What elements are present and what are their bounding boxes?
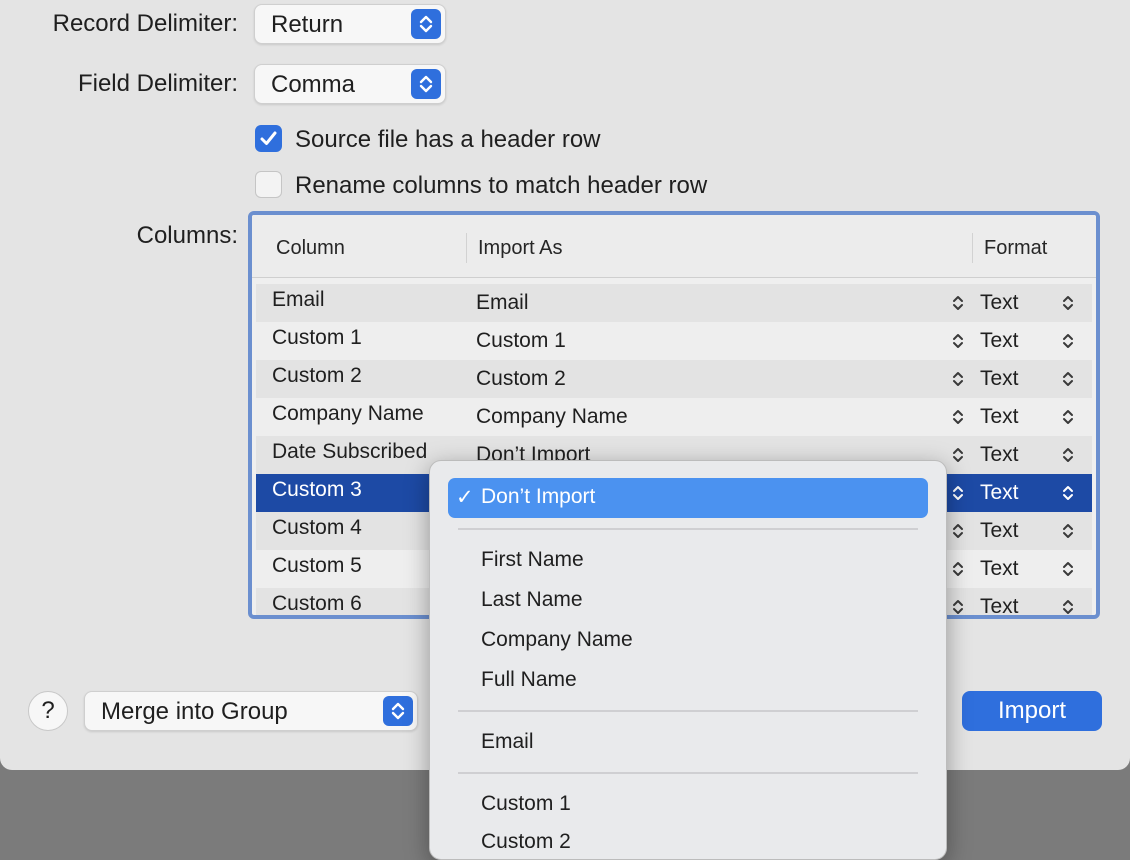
menu-separator — [458, 710, 918, 712]
rename-columns-label[interactable]: Rename columns to match header row — [295, 172, 707, 200]
chevron-updown-icon[interactable] — [952, 369, 964, 394]
import-button[interactable]: Import — [962, 691, 1102, 731]
table-header: Column Import As Format — [252, 215, 1096, 278]
table-row[interactable]: Custom 2 Custom 2 Text — [256, 360, 1092, 398]
menu-item[interactable]: Last Name — [481, 588, 583, 612]
header-row-checkbox[interactable] — [255, 125, 282, 152]
check-icon: ✓ — [456, 486, 474, 509]
import-as-popup[interactable]: Custom 2 — [476, 367, 566, 391]
menu-item[interactable]: Custom 2 — [481, 830, 571, 854]
import-as-popup[interactable]: Company Name — [476, 405, 628, 429]
menu-separator — [458, 772, 918, 774]
table-row[interactable]: Email Email Text — [256, 284, 1092, 322]
field-delimiter-label: Field Delimiter: — [77, 70, 238, 97]
header-row-label[interactable]: Source file has a header row — [295, 126, 601, 154]
menu-item-label: Don’t Import — [481, 485, 596, 508]
column-name-cell: Custom 3 — [272, 478, 362, 501]
column-name-cell: Custom 1 — [272, 326, 362, 349]
field-delimiter-popup[interactable]: Comma — [254, 64, 446, 104]
chevron-updown-icon[interactable] — [952, 445, 964, 470]
chevron-updown-icon[interactable] — [952, 293, 964, 318]
column-header-column[interactable]: Column — [276, 237, 345, 260]
menu-item[interactable]: Company Name — [481, 628, 633, 652]
header-divider — [972, 233, 973, 263]
chevron-updown-icon[interactable] — [952, 331, 964, 356]
table-row[interactable]: Custom 1 Custom 1 Text — [256, 322, 1092, 360]
chevron-updown-icon — [411, 69, 441, 99]
format-popup[interactable]: Text — [980, 443, 1019, 467]
column-name-cell: Custom 6 — [272, 592, 362, 615]
format-popup[interactable]: Text — [980, 329, 1019, 353]
menu-separator — [458, 528, 918, 530]
record-delimiter-value: Return — [271, 11, 344, 38]
format-popup[interactable]: Text — [980, 291, 1019, 315]
checkmark-icon — [260, 131, 277, 145]
help-button[interactable]: ? — [28, 691, 68, 731]
chevron-updown-icon[interactable] — [952, 483, 964, 508]
chevron-updown-icon[interactable] — [952, 521, 964, 546]
chevron-updown-icon[interactable] — [1062, 597, 1074, 615]
chevron-updown-icon[interactable] — [1062, 521, 1074, 546]
chevron-updown-icon[interactable] — [1062, 407, 1074, 432]
column-name-cell: Email — [272, 288, 325, 311]
format-popup[interactable]: Text — [980, 557, 1019, 581]
column-name-cell: Custom 4 — [272, 516, 362, 539]
chevron-updown-icon[interactable] — [952, 407, 964, 432]
format-popup[interactable]: Text — [980, 595, 1019, 615]
format-popup[interactable]: Text — [980, 367, 1019, 391]
merge-group-label: Merge into Group — [101, 698, 288, 725]
chevron-updown-icon[interactable] — [1062, 483, 1074, 508]
chevron-updown-icon[interactable] — [1062, 293, 1074, 318]
chevron-updown-icon[interactable] — [952, 559, 964, 584]
menu-item[interactable]: Custom 1 — [481, 792, 571, 816]
format-popup[interactable]: Text — [980, 481, 1019, 505]
import-as-popup[interactable]: Email — [476, 291, 529, 315]
table-row[interactable]: Company Name Company Name Text — [256, 398, 1092, 436]
import-as-menu[interactable]: ✓ Don’t Import First Name Last Name Comp… — [429, 460, 947, 860]
columns-label: Columns: — [136, 222, 238, 249]
chevron-updown-icon[interactable] — [1062, 369, 1074, 394]
column-name-cell: Custom 5 — [272, 554, 362, 577]
record-delimiter-popup[interactable]: Return — [254, 4, 446, 44]
record-delimiter-label: Record Delimiter: — [52, 10, 238, 37]
chevron-updown-icon — [383, 696, 413, 726]
format-popup[interactable]: Text — [980, 519, 1019, 543]
column-header-format[interactable]: Format — [984, 237, 1047, 260]
chevron-updown-icon[interactable] — [1062, 445, 1074, 470]
format-popup[interactable]: Text — [980, 405, 1019, 429]
column-name-cell: Date Subscribed — [272, 440, 428, 463]
menu-item-selected[interactable]: ✓ Don’t Import — [448, 478, 928, 518]
chevron-updown-icon — [411, 9, 441, 39]
menu-item[interactable]: Full Name — [481, 668, 577, 692]
rename-columns-checkbox[interactable] — [255, 171, 282, 198]
chevron-updown-icon[interactable] — [1062, 331, 1074, 356]
column-name-cell: Custom 2 — [272, 364, 362, 387]
header-divider — [466, 233, 467, 263]
import-as-popup[interactable]: Custom 1 — [476, 329, 566, 353]
column-name-cell: Company Name — [272, 402, 424, 425]
menu-item[interactable]: First Name — [481, 548, 584, 572]
field-delimiter-value: Comma — [271, 71, 356, 98]
chevron-updown-icon[interactable] — [952, 597, 964, 615]
column-header-import-as[interactable]: Import As — [478, 237, 562, 260]
chevron-updown-icon[interactable] — [1062, 559, 1074, 584]
merge-group-popup[interactable]: Merge into Group — [84, 691, 418, 731]
menu-item[interactable]: Email — [481, 730, 534, 754]
